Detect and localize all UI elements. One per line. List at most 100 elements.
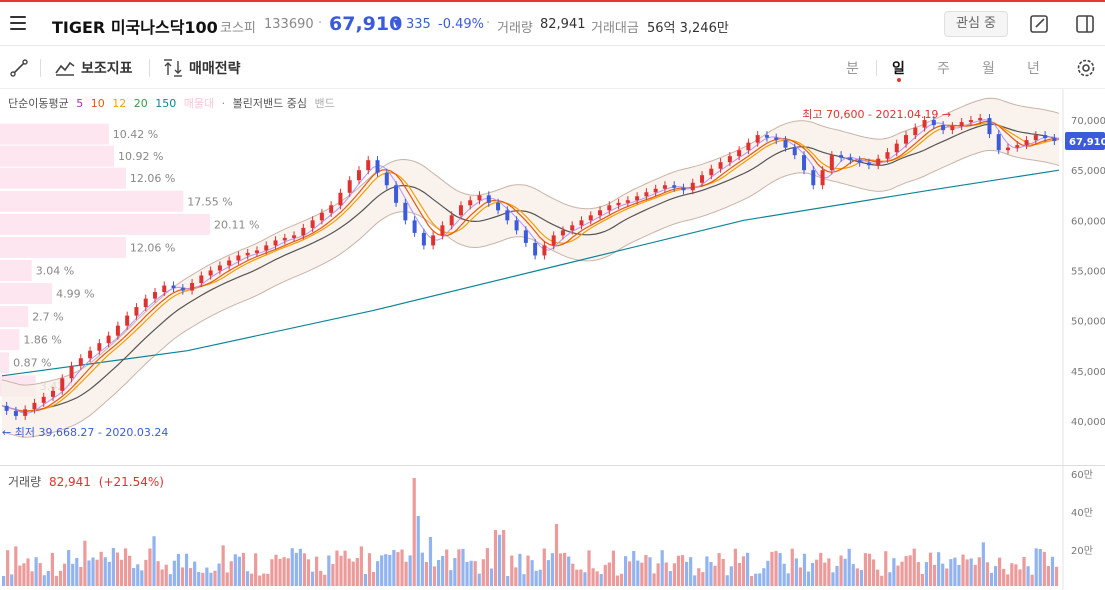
volume-bar (237, 556, 241, 586)
candle-body (755, 135, 760, 143)
volume-bar (778, 553, 782, 586)
candle-body (866, 162, 871, 166)
volume-bar (697, 568, 701, 586)
volume-bar (884, 551, 888, 586)
volume-bar (310, 571, 315, 586)
volume-bar (920, 573, 924, 586)
volume-bar (867, 553, 872, 586)
candle-body (412, 220, 417, 233)
volume-bar (957, 564, 961, 586)
buy-sell-arrows-icon (164, 59, 182, 77)
candle-body (700, 175, 705, 183)
candle-body (384, 172, 389, 186)
candle-body (588, 215, 593, 221)
period-month-tab[interactable]: 월 (982, 58, 995, 78)
volume-bar (152, 536, 156, 586)
volume-axis-tick-label: 60만 (1071, 469, 1093, 481)
volume-bar (908, 555, 912, 586)
volume-bar (900, 561, 904, 586)
volume-bar (469, 560, 473, 586)
volume-bar (1018, 569, 1022, 586)
candle-body (1024, 140, 1029, 146)
indicator-icon (55, 61, 75, 76)
volume-bar (363, 573, 368, 586)
candle-body (431, 235, 436, 246)
chart-toolbar: 보조지표 매매전략 분 일 주 월 년 (0, 47, 1105, 89)
candle-body (978, 118, 983, 121)
volume-bar (323, 574, 327, 586)
volume-profile-bar (0, 123, 109, 145)
volume-bar (518, 553, 522, 586)
candle-body (1006, 147, 1011, 151)
volume-profile-bar (0, 352, 10, 374)
volume-bar (937, 552, 941, 586)
candle-body (449, 215, 454, 226)
candle-body (208, 270, 213, 276)
candle-body (885, 152, 890, 159)
volume-bar (367, 553, 372, 586)
candle-body (125, 315, 130, 326)
strategy-button[interactable]: 매매전략 (163, 56, 241, 80)
volume-bar (50, 553, 54, 586)
volume-bar (302, 553, 307, 586)
side-panel-icon[interactable] (1075, 14, 1095, 34)
period-day-tab[interactable]: 일 (892, 58, 905, 78)
candle-body (338, 192, 343, 206)
volume-bar (977, 557, 981, 586)
indicator-button[interactable]: 보조지표 (55, 56, 133, 80)
volume-bar (286, 558, 290, 586)
period-minute-tab[interactable]: 분 (846, 58, 859, 78)
volume-bar (184, 553, 189, 586)
volume-bar (506, 575, 510, 586)
volume-bar (34, 557, 38, 586)
volume-bar (432, 566, 437, 586)
current-price-tag-label: 67,910 (1069, 137, 1105, 148)
interest-button[interactable]: 관심 중 (944, 11, 1008, 37)
volume-bar (530, 560, 534, 586)
edit-icon[interactable] (1029, 14, 1049, 34)
volume-bar (827, 558, 831, 586)
volume-bar (1054, 566, 1059, 586)
menu-icon[interactable] (10, 16, 26, 30)
candle-body (811, 170, 816, 186)
candle-body (820, 170, 825, 186)
volume-profile-bar (0, 145, 115, 167)
candle-body (162, 285, 167, 293)
volume-bar (91, 557, 95, 586)
period-week-tab[interactable]: 주 (937, 58, 950, 78)
settings-gear-icon[interactable] (1075, 57, 1097, 79)
candle-body (764, 135, 769, 138)
volume-profile-label: 20.11 % (214, 218, 259, 231)
toolbar-divider (40, 59, 41, 77)
candle-body (152, 292, 157, 299)
volume-bar (103, 557, 107, 586)
strategy-label: 매매전략 (189, 61, 241, 77)
price-axis-tick-label: 45,000 (1071, 367, 1105, 378)
price-chart[interactable]: 70,000 65,000 60,000 55,000 50,000 45,000 40,0… (0, 89, 1105, 465)
candle-body (987, 118, 992, 135)
volume-bar (619, 573, 624, 586)
volume-bar (770, 551, 774, 586)
volume-bar (628, 561, 632, 586)
candle-body (171, 285, 176, 289)
volume-bar (758, 573, 762, 586)
down-arrow-icon: ▼ (393, 18, 401, 29)
volume-bar (993, 566, 998, 586)
volume-bar (709, 561, 713, 586)
period-year-tab[interactable]: 년 (1027, 58, 1040, 78)
volume-bar (831, 572, 835, 586)
volume-bar (258, 575, 262, 586)
low-price-annotation: ← 최저 39,668.27 - 2020.03.24 (2, 426, 168, 439)
volume-bar (802, 553, 807, 586)
volume-profile-bar (0, 259, 32, 281)
volume-bar (680, 555, 685, 586)
volume-bar (436, 559, 441, 586)
volume-bar (713, 565, 717, 586)
volume-chart[interactable]: 60만 40만 20만 (0, 466, 1105, 590)
candle-body (560, 230, 565, 236)
volume-bar (209, 572, 213, 586)
candle-body (913, 127, 918, 136)
volume-bar (567, 556, 571, 586)
draw-line-icon[interactable] (9, 58, 29, 78)
volume-bar (294, 552, 298, 586)
